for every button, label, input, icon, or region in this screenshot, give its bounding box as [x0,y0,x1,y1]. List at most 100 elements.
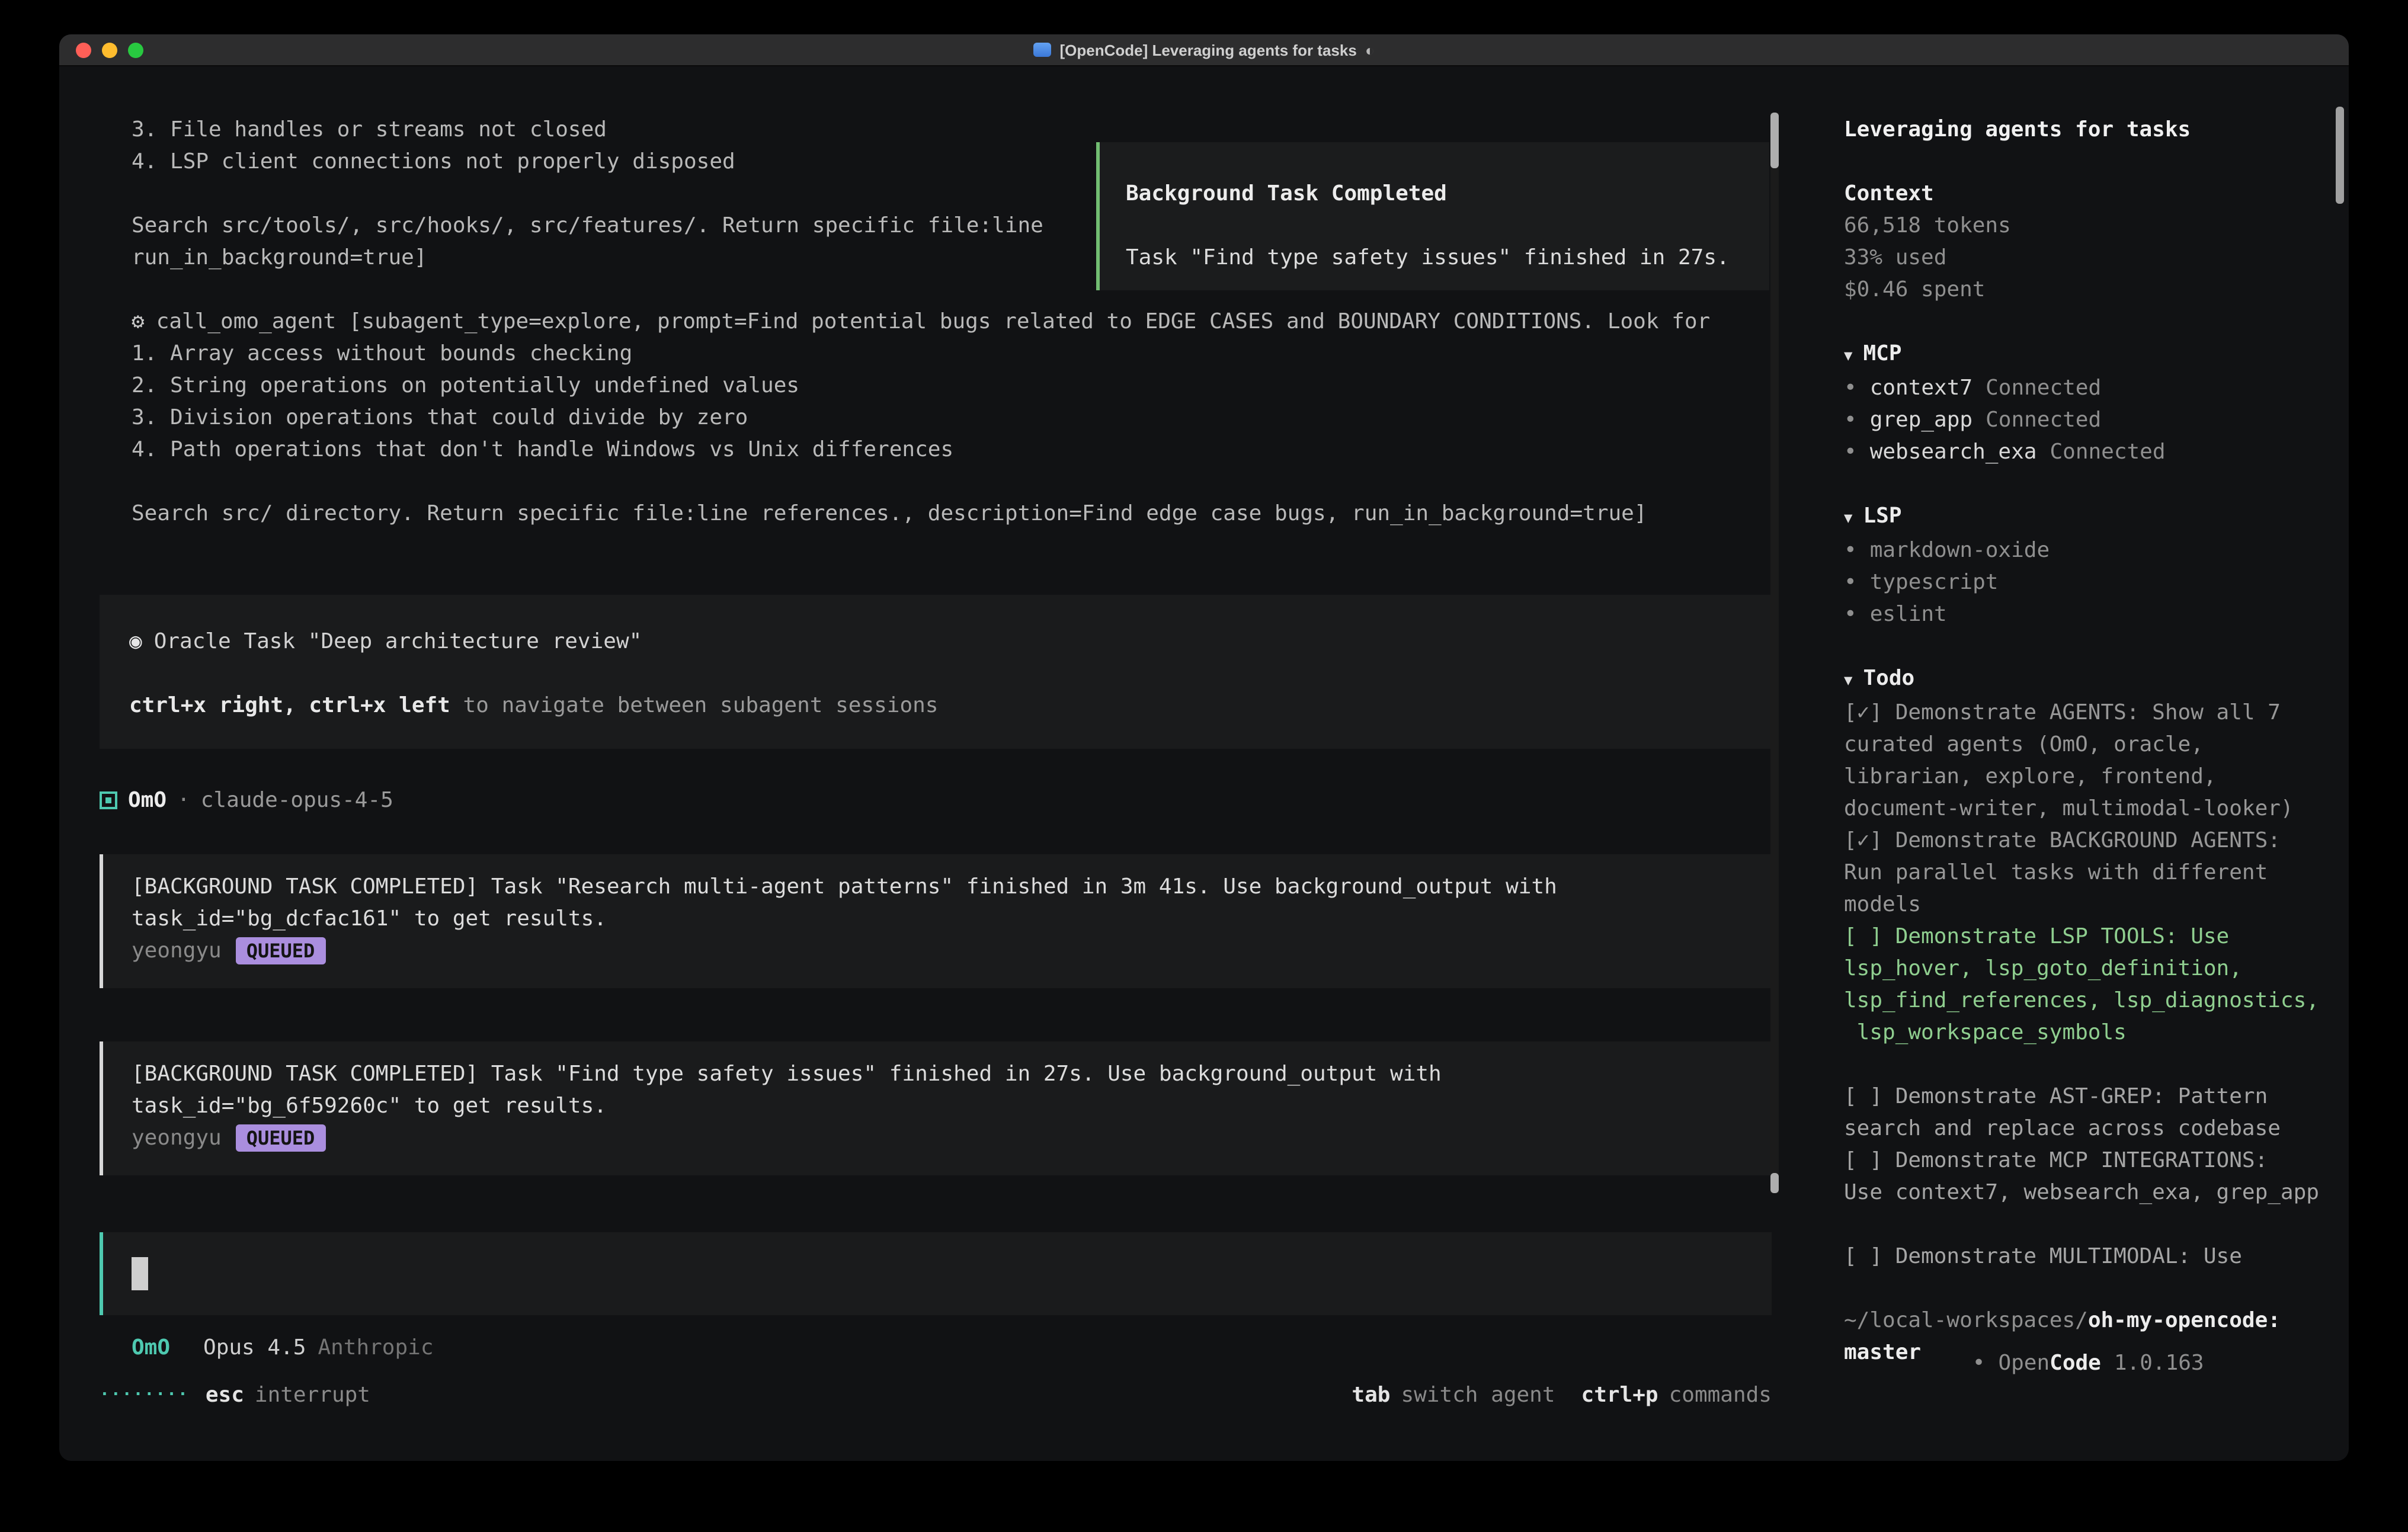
tool-call-line: 2. String operations on potentially unde… [100,370,1772,402]
tool-call-line: Search src/ directory. Return specific f… [100,498,1772,530]
todo-item-pending: Use context7, websearch_exa, grep_app [1844,1177,2327,1209]
todo-item-active: lsp_workspace_symbols [1844,1017,2327,1049]
current-agent: OmO [132,1332,170,1364]
separator-dot: · [177,784,190,816]
context-heading: Context [1844,178,2327,210]
screen: [OpenCode] Leveraging agents for tasks ◐… [0,0,2408,1532]
close-button[interactable] [76,42,91,57]
esc-key-hint: esc [206,1379,244,1411]
todo-item-pending: search and replace across codebase [1844,1113,2327,1145]
bullet-icon: • [1844,602,1857,627]
message-author: yeongyu [132,1122,222,1154]
prompt-input[interactable] [100,1232,1772,1315]
chat-pane: 3. File handles or streams not closed 4.… [59,66,1814,1461]
context-spent: $0.46 spent [1844,274,2327,306]
ctrlp-key-hint: ctrl+p [1581,1379,1658,1411]
mcp-heading[interactable]: ▼MCP [1844,338,2327,372]
tool-call-header: ⚙call_omo_agent [subagent_type=explore, … [100,306,1772,338]
message-meta: yeongyu QUEUED [132,935,1742,967]
session-sidebar: Leveraging agents for tasks Context 66,5… [1814,66,2349,1461]
model-provider: Anthropic [318,1332,433,1364]
message-meta: yeongyu QUEUED [132,1122,1742,1154]
message-text: [BACKGROUND TASK COMPLETED] Task "Resear… [132,871,1742,903]
todo-item-done: librarian, explore, frontend, [1844,761,2327,793]
bullet-icon: • [1844,538,1857,563]
editor-model-row: OmO Opus 4.5 Anthropic [100,1332,1772,1364]
message-block: [BACKGROUND TASK COMPLETED] Task "Find t… [100,1041,1772,1175]
todo-item-active: lsp_find_references, lsp_diagnostics, [1844,985,2327,1017]
subagent-nav-hint: ctrl+x right, ctrl+x left to navigate be… [129,690,1742,722]
status-bar: ········ esc interrupt tab switch agent … [100,1379,1772,1411]
todo-item-done: [✓] Demonstrate BACKGROUND AGENTS: [1844,825,2327,857]
app-version-footer: •OpenCode1.0.163 [1844,1315,2204,1411]
scrollbar-thumb[interactable] [1770,1173,1779,1193]
todo-item-done: [✓] Demonstrate AGENTS: Show all 7 [1844,697,2327,729]
sidebar-scrollbar-thumb[interactable] [2336,107,2344,204]
context-tokens: 66,518 tokens [1844,210,2327,242]
fisheye-icon: ◉ [129,629,142,654]
toast-body: Task "Find type safety issues" finished … [1126,242,1746,274]
traffic-lights [76,42,143,57]
esc-key-label: interrupt [255,1379,370,1411]
status-badge: QUEUED [236,937,326,964]
agent-name: OmO [128,784,166,816]
tool-call-line: 4. Path operations that don't handle Win… [100,434,1772,466]
app-version: 1.0.163 [2114,1351,2204,1376]
bullet-icon: • [1844,570,1857,595]
lsp-heading[interactable]: ▼LSP [1844,500,2327,534]
current-model: Opus 4.5 [203,1332,306,1364]
folder-icon [1033,43,1051,57]
session-title: Leveraging agents for tasks [1844,114,2327,146]
ctrlp-key-label: commands [1669,1379,1772,1411]
todo-item-active: [ ] Demonstrate LSP TOOLS: Use [1844,921,2327,953]
tab-key-hint: tab [1352,1379,1390,1411]
chat-scrollback: 3. File handles or streams not closed 4.… [59,66,1814,1461]
collapse-triangle-icon: ▼ [1844,509,1852,526]
scrollback-line: 3. File handles or streams not closed [100,114,1772,146]
todo-item-pending: [ ] Demonstrate MULTIMODAL: Use [1844,1241,2327,1273]
bullet-icon: • [1844,376,1857,400]
minimize-button[interactable] [102,42,117,57]
window-titlebar[interactable]: [OpenCode] Leveraging agents for tasks ◐ [59,34,2349,66]
bullet-icon: • [1844,440,1857,464]
background-task-toast[interactable]: Background Task Completed Task "Find typ… [1096,142,1769,290]
window-title: [OpenCode] Leveraging agents for tasks [1059,34,1356,66]
todo-heading[interactable]: ▼Todo [1844,662,2327,697]
message-author: yeongyu [132,935,222,967]
tab-key-label: switch agent [1401,1379,1555,1411]
collapse-triangle-icon: ▼ [1844,347,1852,364]
todo-item-active: lsp_hover, lsp_goto_definition, [1844,953,2327,985]
agent-model: claude-opus-4-5 [201,784,393,816]
todo-item-pending: [ ] Demonstrate AST-GREP: Pattern [1844,1081,2327,1113]
lsp-item: •typescript [1844,566,2327,598]
mcp-item: •websearch_exaConnected [1844,436,2327,468]
message-text: task_id="bg_6f59260c" to get results. [132,1090,1742,1122]
terminal-window: [OpenCode] Leveraging agents for tasks ◐… [59,34,2349,1461]
mcp-item: •context7Connected [1844,372,2327,404]
oracle-task-box: ◉Oracle Task "Deep architecture review" … [100,595,1772,749]
scrollbar-thumb[interactable] [1770,113,1779,168]
bullet-icon: • [1972,1351,1986,1376]
message-text: [BACKGROUND TASK COMPLETED] Task "Find t… [132,1058,1742,1090]
agent-header: OmO · claude-opus-4-5 [100,784,1772,816]
tool-call-line: 1. Array access without bounds checking [100,338,1772,370]
chat-scrollbar-track[interactable] [1770,113,1779,1193]
message-block: [BACKGROUND TASK COMPLETED] Task "Resear… [100,854,1772,988]
zoom-button[interactable] [128,42,143,57]
loading-spinner-icon: ◐ [1365,34,1375,66]
message-text: task_id="bg_dcfac161" to get results. [132,903,1742,935]
todo-item-done: models [1844,889,2327,921]
todo-item-done: document-writer, multimodal-looker) [1844,793,2327,825]
working-spinner-dots: ········ [100,1379,189,1411]
agent-square-icon [100,791,117,809]
lsp-item: •eslint [1844,598,2327,630]
status-badge: QUEUED [236,1124,326,1152]
todo-item-done: Run parallel tasks with different [1844,857,2327,889]
tool-call-line: 3. Division operations that could divide… [100,402,1772,434]
bullet-icon: • [1844,408,1857,432]
collapse-triangle-icon: ▼ [1844,672,1852,688]
mcp-item: •grep_appConnected [1844,404,2327,436]
window-title-area: [OpenCode] Leveraging agents for tasks ◐ [59,34,2349,65]
gear-icon: ⚙ [132,309,145,334]
tool-call-line [100,466,1772,498]
